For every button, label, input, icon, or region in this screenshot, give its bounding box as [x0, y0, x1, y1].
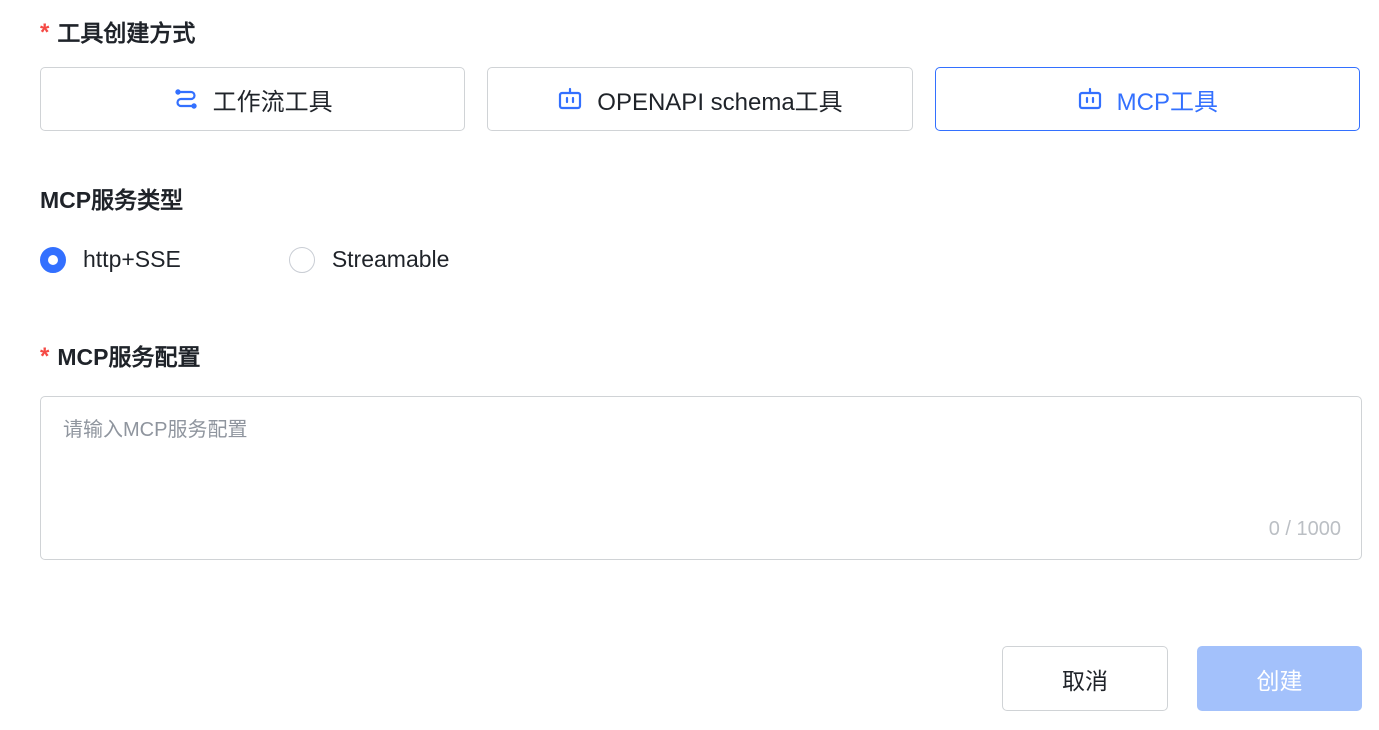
- create-tool-form: * 工具创建方式 工作流工具 OPENAPI schema工具 MCP工具 MC…: [0, 0, 1379, 730]
- radio-unchecked-icon[interactable]: [288, 246, 315, 273]
- robot-icon: [1077, 86, 1103, 112]
- method-option-openapi[interactable]: OPENAPI schema工具: [487, 67, 913, 131]
- create-button[interactable]: 创建: [1197, 646, 1362, 711]
- required-mark: *: [40, 19, 50, 46]
- robot-icon: [557, 86, 583, 112]
- radio-streamable[interactable]: Streamable: [288, 246, 450, 273]
- service-config-field: 0 / 1000: [40, 396, 1362, 560]
- required-mark: *: [40, 343, 50, 370]
- creation-method-title: 工具创建方式: [57, 20, 196, 46]
- creation-method-label: * 工具创建方式: [40, 14, 195, 48]
- service-config-label: * MCP服务配置: [40, 338, 200, 372]
- service-type-radio-group: http+SSE Streamable: [40, 246, 449, 273]
- method-option-mcp[interactable]: MCP工具: [934, 67, 1360, 131]
- service-config-textarea[interactable]: [41, 397, 1361, 559]
- creation-method-options: 工作流工具 OPENAPI schema工具 MCP工具: [40, 67, 1360, 131]
- service-config-title: MCP服务配置: [57, 344, 201, 370]
- method-option-workflow[interactable]: 工作流工具: [40, 67, 466, 131]
- char-counter: 0 / 1000: [1268, 518, 1341, 540]
- service-type-title: MCP服务类型: [40, 187, 184, 213]
- radio-label: Streamable: [331, 246, 450, 272]
- method-option-label: MCP工具: [1116, 88, 1218, 116]
- cancel-button[interactable]: 取消: [1002, 646, 1168, 711]
- service-type-label: MCP服务类型: [40, 181, 183, 215]
- method-option-label: 工作流工具: [212, 88, 333, 116]
- workflow-icon: [173, 86, 199, 112]
- radio-checked-icon[interactable]: [40, 246, 66, 273]
- radio-http-sse[interactable]: http+SSE: [40, 246, 181, 273]
- method-option-label: OPENAPI schema工具: [597, 88, 843, 116]
- radio-label: http+SSE: [83, 246, 181, 272]
